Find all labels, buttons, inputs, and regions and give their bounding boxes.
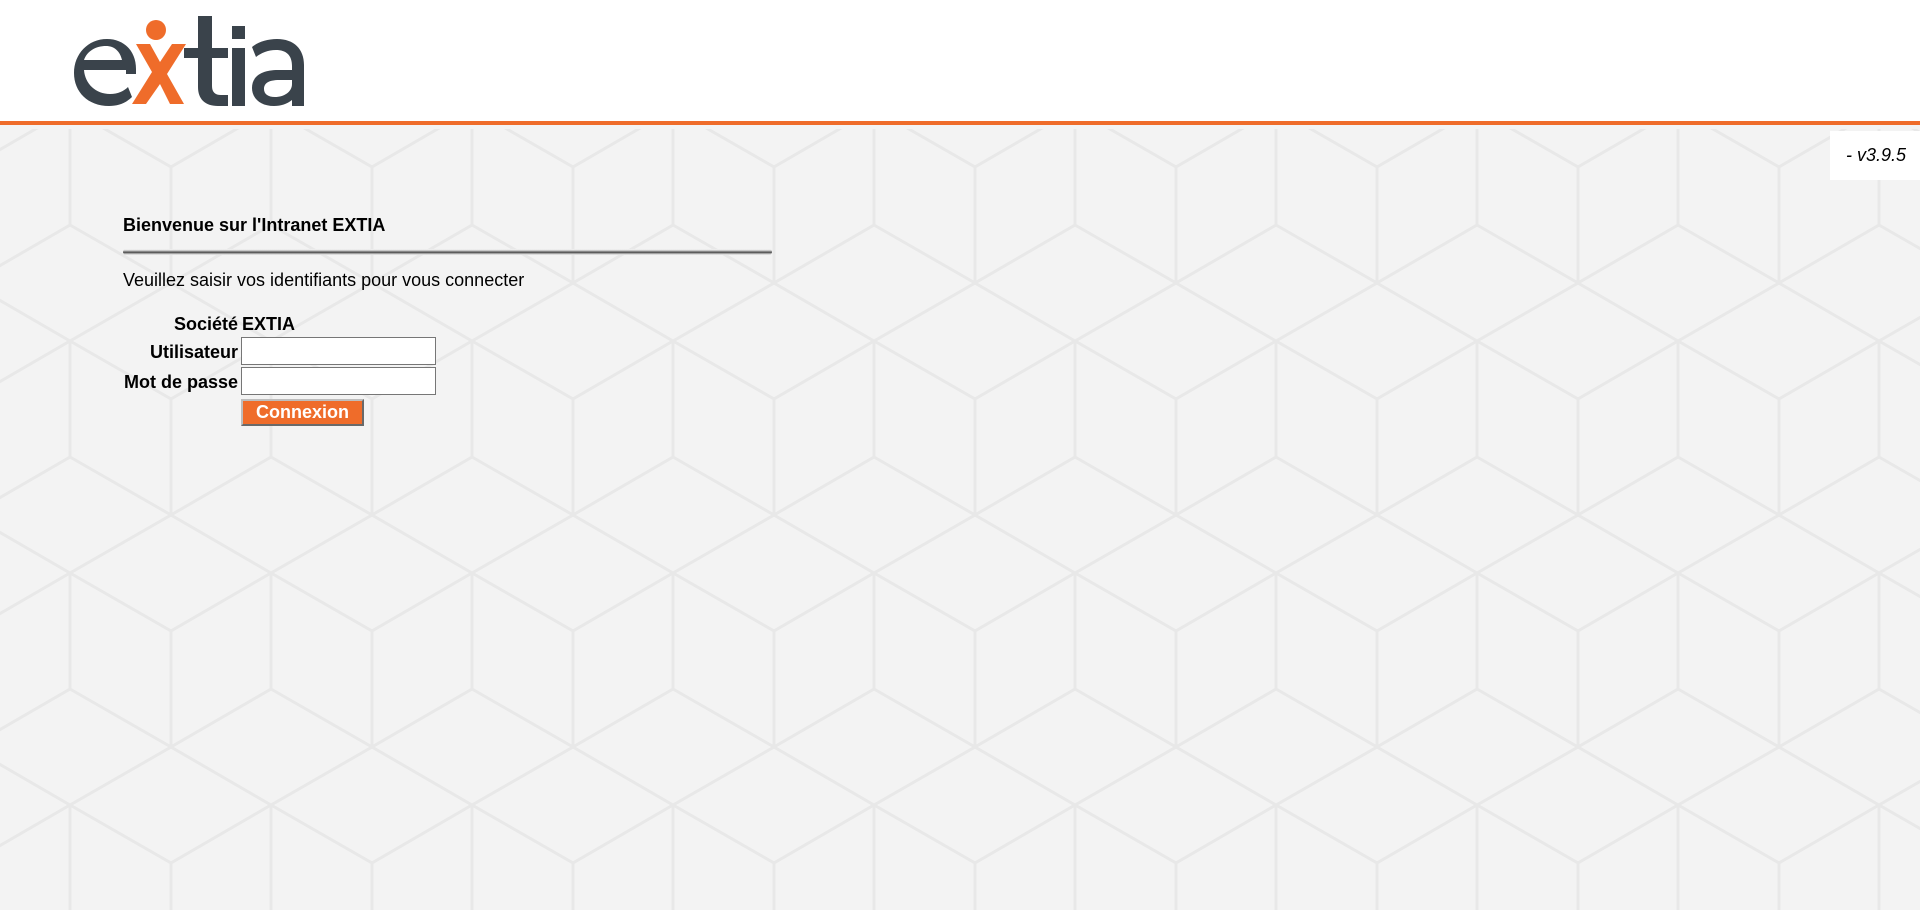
company-label: Société [173, 314, 238, 334]
username-label: Utilisateur [149, 342, 238, 362]
login-instructions: Veuillez saisir vos identifiants pour vo… [123, 270, 525, 290]
header [0, 0, 1920, 125]
login-panel: Bienvenue sur l'Intranet EXTIA Veuillez … [123, 214, 773, 291]
username-row: Utilisateur [123, 337, 443, 367]
welcome-title: Bienvenue sur l'Intranet EXTIA [123, 215, 386, 235]
password-label: Mot de passe [123, 372, 238, 392]
divider [123, 249, 772, 255]
password-input[interactable] [241, 367, 436, 395]
login-button[interactable]: Connexion [241, 399, 364, 426]
username-input[interactable] [241, 337, 436, 365]
company-value: EXTIA [242, 314, 296, 334]
extia-logo [74, 16, 304, 106]
password-row: Mot de passe [123, 367, 443, 397]
version-badge: - v3.9.5 [1830, 131, 1920, 180]
company-row: Société EXTIA [123, 311, 443, 337]
